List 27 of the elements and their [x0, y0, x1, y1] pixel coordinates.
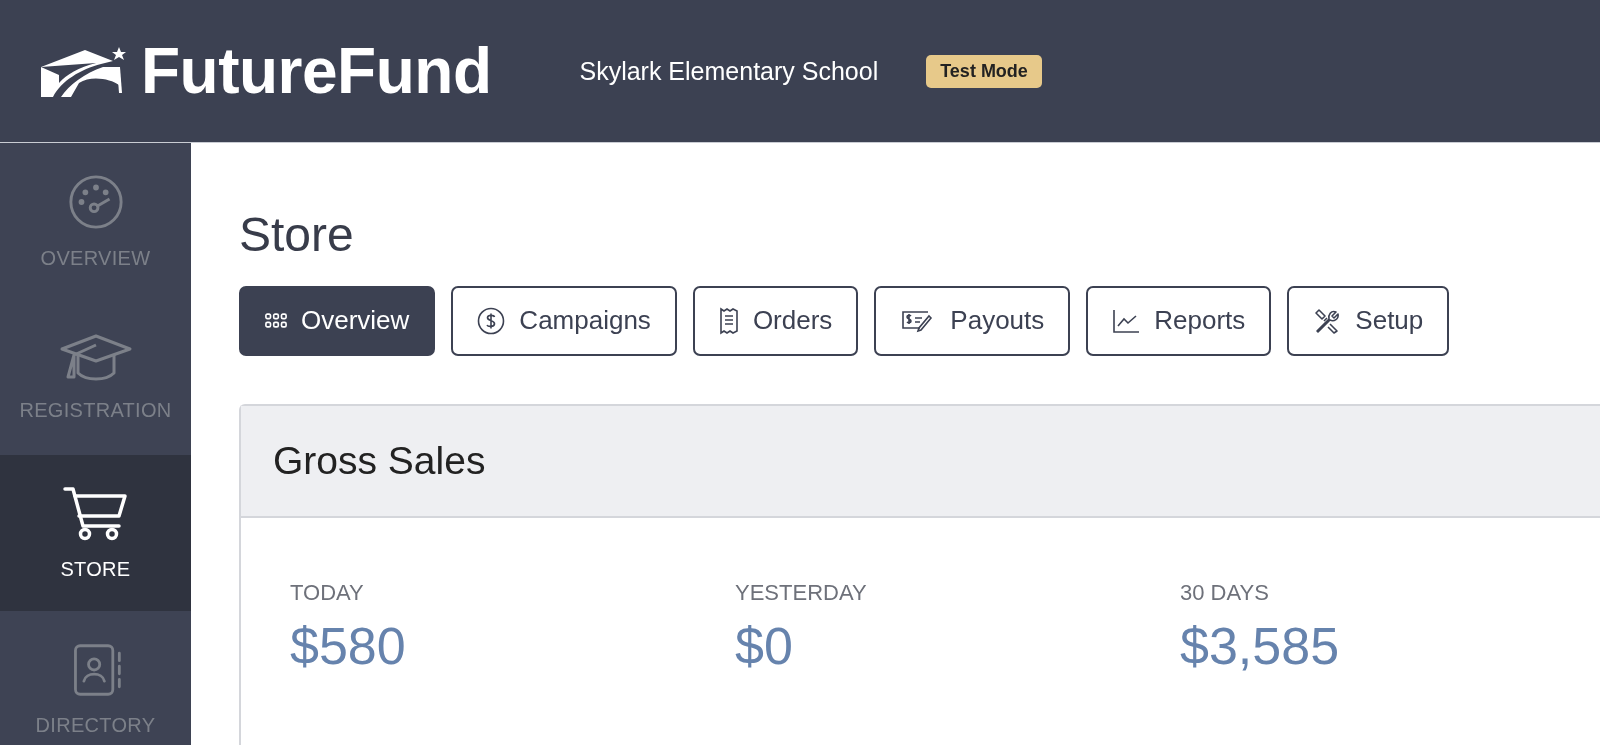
school-name: Skylark Elementary School — [579, 56, 879, 86]
graduation-cap-icon — [59, 332, 132, 383]
sidebar-item[interactable]: STORE — [0, 455, 191, 611]
tab[interactable]: Overview — [239, 285, 436, 356]
stat-label: 30 DAYS — [1180, 579, 1270, 606]
brand-name: FutureFund — [141, 34, 492, 108]
stat-value: $3,585 — [1180, 615, 1341, 676]
stat-value: $0 — [735, 615, 794, 676]
test-mode-badge: Test Mode — [926, 54, 1042, 88]
stat-label: YESTERDAY — [735, 579, 868, 606]
tab[interactable]: Campaigns — [451, 285, 677, 356]
line-chart-icon — [1112, 307, 1141, 334]
gauge-icon — [66, 172, 125, 231]
cart-icon — [62, 485, 129, 542]
tools-icon — [1313, 306, 1342, 335]
graduation-cap-logo-icon — [41, 45, 127, 97]
stat-value: $580 — [290, 615, 407, 676]
tab[interactable]: Payouts — [874, 285, 1071, 356]
stat-label: TODAY — [290, 579, 365, 606]
dollar-coin-icon — [477, 306, 506, 335]
grid-icon — [265, 313, 287, 329]
tab[interactable]: Orders — [692, 285, 859, 356]
tab[interactable]: Reports — [1086, 285, 1272, 356]
tab[interactable]: Setup — [1287, 285, 1450, 356]
page-title: Store — [239, 209, 355, 262]
card-title: Gross Sales — [273, 438, 486, 483]
receipt-icon — [718, 306, 739, 335]
